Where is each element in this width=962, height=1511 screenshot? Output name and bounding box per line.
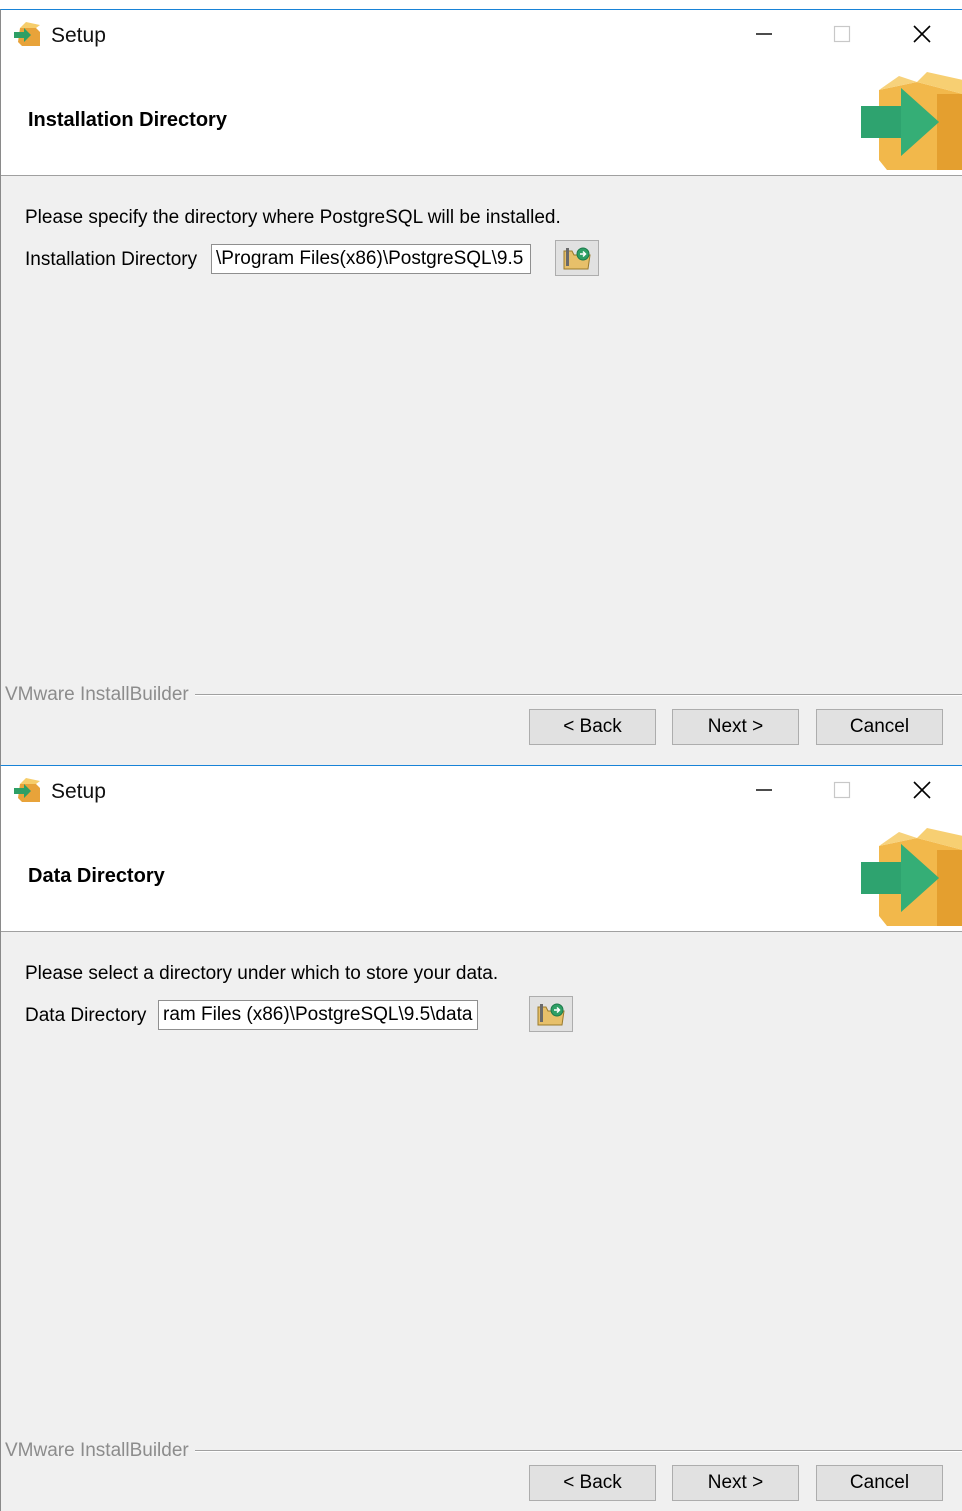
- title-bar[interactable]: Setup: [1, 766, 962, 816]
- page-title: Installation Directory: [28, 109, 227, 131]
- close-button[interactable]: [899, 772, 945, 808]
- data-directory-label: Data Directory: [25, 1005, 147, 1026]
- minimize-icon: [756, 33, 772, 35]
- back-button[interactable]: < Back: [529, 709, 656, 745]
- setup-box-icon: [14, 22, 40, 46]
- browse-button[interactable]: [529, 996, 573, 1032]
- close-icon: [913, 781, 931, 799]
- back-button[interactable]: < Back: [529, 1465, 656, 1501]
- branding-row: VMware InstallBuilder: [1, 1441, 962, 1461]
- branding-text: VMware InstallBuilder: [5, 1441, 195, 1461]
- branding-divider: [181, 1450, 962, 1452]
- maximize-button[interactable]: [819, 772, 865, 808]
- cancel-button[interactable]: Cancel: [816, 709, 943, 745]
- minimize-icon: [756, 789, 772, 791]
- minimize-button[interactable]: [741, 16, 787, 52]
- maximize-icon: [833, 781, 851, 799]
- window-title: Setup: [51, 24, 106, 47]
- instruction-text: Please specify the directory where Postg…: [25, 207, 561, 228]
- setup-window-installation-directory: Setup Installation Directory Please spec…: [0, 9, 962, 765]
- instruction-text: Please select a directory under which to…: [25, 963, 499, 984]
- page-title: Data Directory: [28, 865, 165, 887]
- installer-box-arrow-logo: [861, 72, 962, 170]
- next-button[interactable]: Next >: [672, 1465, 799, 1501]
- folder-browse-icon: [537, 1003, 565, 1026]
- installer-box-arrow-logo: [861, 828, 962, 926]
- cancel-button[interactable]: Cancel: [816, 1465, 943, 1501]
- next-button[interactable]: Next >: [672, 709, 799, 745]
- branding-row: VMware InstallBuilder: [1, 685, 962, 705]
- page-header: Data Directory: [1, 816, 962, 932]
- close-button[interactable]: [899, 16, 945, 52]
- close-icon: [913, 25, 931, 43]
- minimize-button[interactable]: [741, 772, 787, 808]
- title-bar[interactable]: Setup: [1, 10, 962, 60]
- branding-text: VMware InstallBuilder: [5, 685, 195, 705]
- data-directory-input[interactable]: ram Files (x86)\PostgreSQL\9.5\data: [158, 1000, 478, 1030]
- window-title: Setup: [51, 780, 106, 803]
- maximize-button[interactable]: [819, 16, 865, 52]
- install-directory-label: Installation Directory: [25, 249, 198, 270]
- folder-browse-icon: [563, 247, 591, 270]
- setup-box-icon: [14, 778, 40, 802]
- maximize-icon: [833, 25, 851, 43]
- install-directory-input[interactable]: \Program Files(x86)\PostgreSQL\9.5: [211, 244, 531, 274]
- page-header: Installation Directory: [1, 60, 962, 176]
- browse-button[interactable]: [555, 240, 599, 276]
- branding-divider: [181, 694, 962, 696]
- setup-window-data-directory: Setup Data Directory Please select a dir…: [0, 765, 962, 1511]
